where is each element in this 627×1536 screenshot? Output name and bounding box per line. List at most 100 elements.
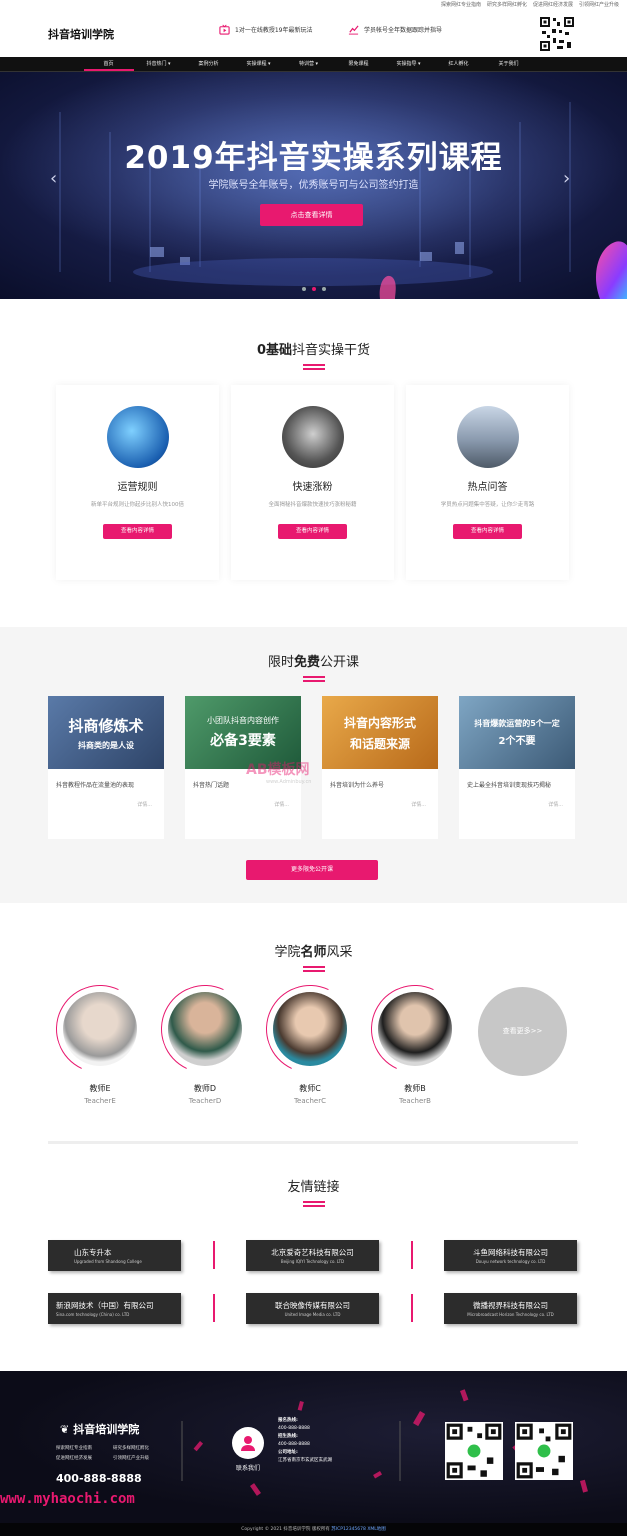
friend-links-section: 友情链接 山东专升本 Upgraded from Shandong Colleg… [0,1158,627,1371]
course-card[interactable]: 抖音爆款运营的5个一定 2个不要 史上最全抖音培训变现技巧揭秘 详情... [459,696,575,839]
course-more[interactable]: 详情... [48,801,164,808]
course-image: 抖商修炼术 抖商类的是人设 [48,696,164,769]
watermark-sub: www.Adminbuy.cn [266,779,312,785]
site-logo[interactable]: 抖音培训学院 [48,26,114,42]
info-key: 招生热线: [278,1434,298,1439]
section-title-bold: 0基础 [256,343,293,358]
course-more[interactable]: 详情... [459,801,575,808]
nav-item-about[interactable]: 关于我们 [484,57,534,71]
top-link[interactable]: 引领网红产业升级 [579,1,619,8]
nav-item-courses[interactable]: 实操课程 ▾ [234,57,284,71]
footer-qr-codes [445,1422,573,1480]
top-links: 探索网红专业指南 研究多样网红孵化 促进网红经济发展 引领网红产业升级 [441,1,619,8]
section-title-underline [302,1201,325,1203]
info-key: 公司地址: [278,1450,298,1455]
course-image: 抖音爆款运营的5个一定 2个不要 [459,696,575,769]
more-teachers-button[interactable]: 查看更多>> [478,987,567,1076]
teacher-card[interactable]: 教师B TeacherB [358,972,472,1105]
nav-item-incubation[interactable]: 红人孵化 [434,57,484,71]
info-key: 报名热线: [278,1418,298,1423]
feature-card-button[interactable]: 查看内容详情 [278,524,347,539]
friend-link[interactable]: 联合映像传媒有限公司 United Image Media co. LTD [246,1293,379,1324]
carousel-dot[interactable] [302,287,306,291]
friend-link[interactable]: 新浪网技术（中国）有限公司 Sina.com technology (China… [48,1293,181,1324]
contact-us[interactable]: 联系我们 [229,1427,267,1472]
teacher-name: 教师C [299,1084,321,1093]
top-link[interactable]: 促进网红经济发展 [533,1,573,8]
friend-link[interactable]: 微播视界科技有限公司 Microbroadcast Horizon Techno… [444,1293,577,1324]
teacher-avatar-ring [253,972,367,1086]
hero-detail-button[interactable]: 点击查看详情 [260,204,363,226]
qr-code-icon [445,1422,503,1480]
nav-item-hot[interactable]: 抖音热门 ▾ [134,57,184,71]
site-header: 抖音培训学院 1对一在线教授19年最新玩法 学员帐号全年数据跟踪并指导 [0,10,627,56]
nav-item-guidance[interactable]: 实操指导 ▾ [384,57,434,71]
hero-banner: ‹ › 2019年抖音实操系列课程 学院账号全年账号，优秀账号可与公司签约打造 … [0,72,627,299]
top-link[interactable]: 探索网红专业指南 [441,1,481,8]
course-card[interactable]: 抖商修炼术 抖商类的是人设 抖音教程作品在流量池的表现 详情... [48,696,164,839]
friend-link-name: 斗鱼网络科技有限公司 [473,1248,548,1257]
teacher-card[interactable]: 教师D TeacherD [148,972,262,1105]
feature-card: 快速涨粉 全面揭秘抖音爆款快速技巧涨粉秘籍 查看内容详情 [231,385,394,580]
course-image-line1: 抖音内容形式 [343,715,416,730]
feature-card-button[interactable]: 查看内容详情 [103,524,172,539]
more-free-courses-button[interactable]: 更多限免公开课 [246,860,378,880]
info-value: 江苏省南京市玄武区玄武湖 [278,1458,332,1463]
teacher-card[interactable]: 教师C TeacherC [253,972,367,1105]
carousel-dot-active[interactable] [312,287,316,291]
footer-logo[interactable]: ❦ 抖音培训学院 [60,1421,139,1437]
friend-link-name: 微播视界科技有限公司 [473,1301,548,1310]
footer-link[interactable]: 研究多样网红孵化 [113,1445,166,1451]
nav-item-free[interactable]: 限免课程 [334,57,384,71]
main-nav: 首页 抖音热门 ▾ 案例分析 实操课程 ▾ 特训营 ▾ 限免课程 实操指导 ▾ … [0,57,627,72]
friend-link[interactable]: 山东专升本 Upgraded from Shandong College [48,1240,181,1271]
logo-icon: ❦ [60,1423,70,1436]
nav-item-home[interactable]: 首页 [83,57,134,71]
friend-link-en: Beijing IQIYI Technology co. LTD [280,1259,345,1264]
course-image-line2: 必备3要素 [210,733,276,749]
friend-link-en: Upgraded from Shandong College [74,1259,142,1264]
friend-link-en: Microbroadcast Horizon Technology co. LT… [467,1312,554,1317]
chart-icon [348,25,359,35]
feature-card: 运营规则 新单平台规则让你起步比别人快100倍 查看内容详情 [56,385,219,580]
copyright-bar: Copyright © 2021 抖音培训学院 版权所有 苏ICP1234567… [0,1523,627,1536]
teacher-name-en: TeacherD [188,1097,222,1105]
hot-qa-image [456,406,519,468]
course-more[interactable]: 详情... [322,801,438,808]
course-more[interactable]: 详情... [185,801,301,808]
nav-item-camp[interactable]: 特训营 ▾ [284,57,334,71]
course-card[interactable]: 抖音内容形式 和话题来源 抖音培训为什么养号 详情... [322,696,438,839]
friend-link[interactable]: 斗鱼网络科技有限公司 Douyu network technology co. … [444,1240,577,1271]
site-footer: ❦ 抖音培训学院 探索网红专业指南 研究多样网红孵化 促进网红经济发展 引领网红产… [0,1371,627,1523]
footer-link[interactable]: 促进网红经济发展 [56,1455,109,1461]
teacher-name: 教师B [404,1084,426,1093]
teacher-card[interactable]: 教师E TeacherE [43,972,157,1105]
friend-link-name: 联合映像传媒有限公司 [275,1301,350,1310]
course-image-line2: 抖商类的是人设 [78,740,134,750]
teacher-avatar-ring [148,972,262,1086]
footer-contact-info: 报名热线: 400-888-8888 招生热线: 400-888-8888 公司… [278,1417,332,1465]
icp-link[interactable]: 苏ICP12345678 XML地图 [331,1527,386,1532]
feature-card-title: 热点问答 [467,482,508,493]
friend-link[interactable]: 北京爱奇艺科技有限公司 Beijing IQIYI Technology co.… [246,1240,379,1271]
section-divider [48,1141,578,1144]
teacher-avatar [168,992,242,1066]
nav-item-cases[interactable]: 案例分析 [184,57,234,71]
footer-link[interactable]: 引领网红产业升级 [113,1455,166,1461]
section-title-part: 公开课 [320,655,360,670]
carousel-dot[interactable] [322,287,326,291]
operation-rules-image [106,406,169,468]
friend-link-en: United Image Media co. LTD [284,1312,341,1317]
contact-avatar-icon [232,1427,264,1459]
section-title-part: 风采 [326,945,353,960]
teacher-name: 教师D [193,1084,217,1093]
teacher-avatar [378,992,452,1066]
friend-link-name: 山东专升本 [74,1248,112,1257]
footer-link[interactable]: 探索网红专业指南 [56,1445,109,1451]
section-title-bold: 免费 [293,655,320,670]
teacher-avatar [273,992,347,1066]
top-link[interactable]: 研究多样网红孵化 [487,1,527,8]
feature-card-button[interactable]: 查看内容详情 [453,524,522,539]
feature-card-title: 快速涨粉 [292,482,333,493]
info-value: 400-888-8888 [278,1426,310,1431]
